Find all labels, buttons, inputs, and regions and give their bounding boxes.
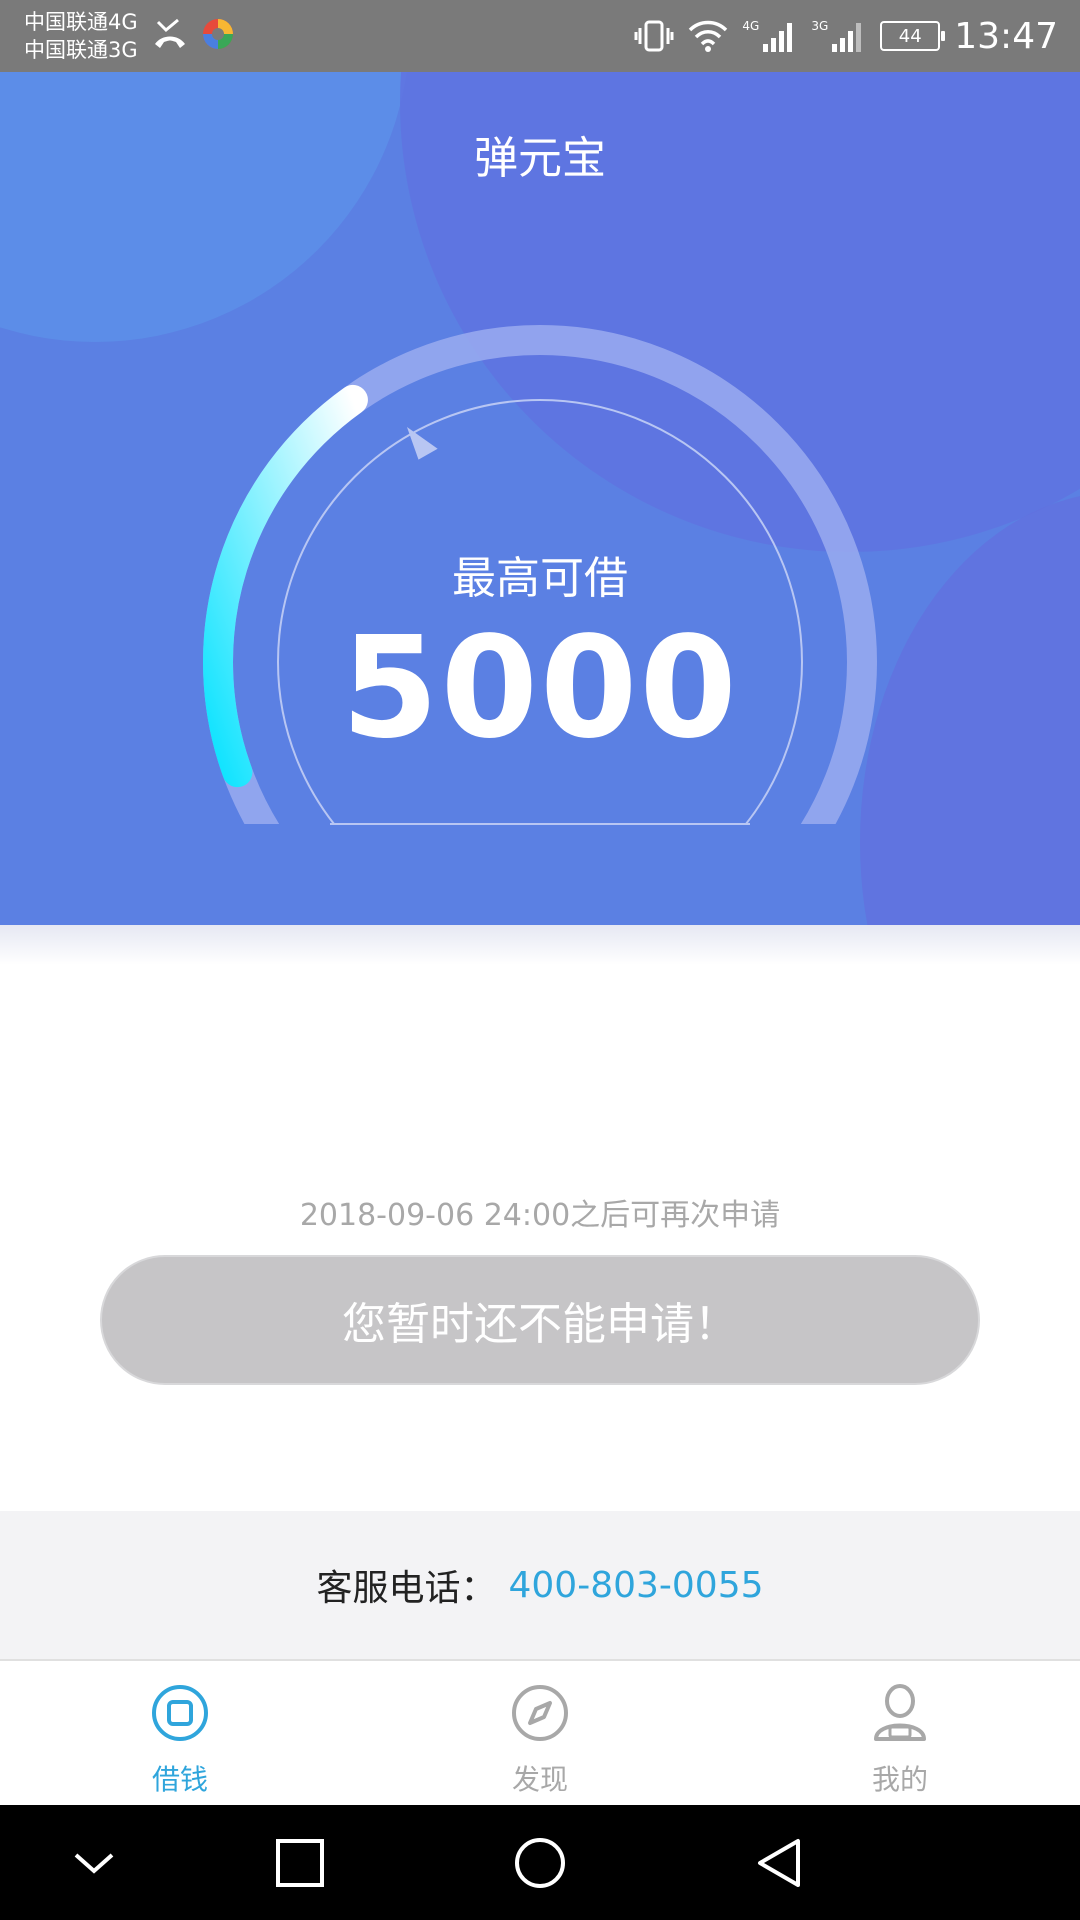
wifi-icon (689, 20, 728, 52)
max-borrow-label: 最高可借 (452, 553, 628, 604)
home-icon[interactable] (512, 1835, 568, 1891)
battery-indicator: 44 (880, 21, 946, 51)
service-label: 客服电话： (316, 1568, 497, 1609)
user-icon (874, 1684, 926, 1741)
reapply-notice: 2018-09-06 24:00之后可再次申请 (299, 1198, 781, 1233)
battery-level: 44 (898, 25, 922, 47)
tab-discover[interactable]: 发现 (360, 1661, 720, 1805)
service-phone-link[interactable]: 400-803-0055 (508, 1565, 763, 1606)
system-nav-bar (0, 1805, 1080, 1920)
network-type-1: 4G (742, 19, 760, 33)
credit-gauge (203, 325, 877, 825)
bottom-tab-bar: 借钱 发现 我的 (0, 1661, 1080, 1805)
signal-icon (763, 23, 793, 52)
hero-shadow (0, 925, 1080, 965)
tab-borrow[interactable]: 借钱 (0, 1661, 360, 1805)
chevron-down-icon[interactable] (66, 1835, 122, 1891)
square-circle-icon (152, 1685, 208, 1741)
recent-apps-icon[interactable] (272, 1835, 328, 1891)
system-status: 4G 3G 44 13:47 (634, 0, 1058, 72)
compass-icon (512, 1685, 568, 1741)
status-bar: 中国联通4G 中国联通3G 4G 3G 44 13:47 (0, 0, 1080, 72)
app-notification-icon (203, 19, 233, 49)
vibrate-icon (634, 20, 674, 52)
hero-section: 弹元宝 最高可借 5000 (0, 72, 1080, 925)
customer-service-bar: 客服电话： 400-803-0055 (0, 1511, 1080, 1659)
network-type-2: 3G (811, 19, 829, 33)
apply-button[interactable]: 您暂时还不能申请！ (100, 1255, 980, 1385)
signal-icon-2 (832, 23, 862, 52)
carrier-2: 中国联通3G (24, 38, 138, 62)
tab-borrow-label: 借钱 (151, 1763, 208, 1796)
tab-discover-label: 发现 (511, 1763, 568, 1796)
tab-mine-label: 我的 (871, 1763, 928, 1796)
carrier-info: 中国联通4G 中国联通3G (24, 8, 138, 64)
notification-icons (152, 16, 236, 52)
carrier-1: 中国联通4G (24, 10, 138, 34)
max-borrow-amount: 5000 (341, 607, 739, 770)
back-icon[interactable] (752, 1835, 808, 1891)
clock: 13:47 (954, 15, 1058, 57)
tab-mine[interactable]: 我的 (720, 1661, 1080, 1805)
gauge-pointer (406, 427, 438, 460)
missed-call-icon (155, 18, 185, 48)
